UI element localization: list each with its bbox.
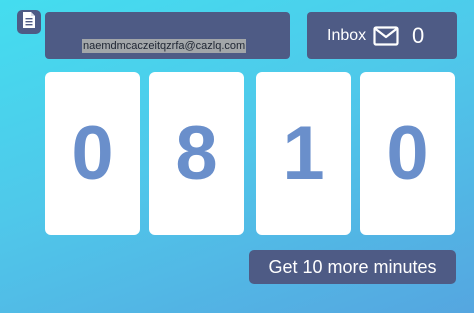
timer-digit-3: 1: [256, 72, 351, 235]
email-address-bar: naemdmcaczeitqzrfa@cazlq.com: [45, 12, 290, 59]
inbox-count: 0: [412, 23, 425, 48]
copy-email-button[interactable]: [17, 10, 41, 34]
timer-digit-2: 8: [149, 72, 244, 235]
inbox-button[interactable]: Inbox 0: [307, 12, 457, 59]
timer-digit-1: 0: [45, 72, 140, 235]
get-more-minutes-button[interactable]: Get 10 more minutes: [249, 250, 456, 284]
envelope-icon: [373, 26, 399, 46]
inbox-label: Inbox: [327, 27, 367, 44]
timer-digit-4: 0: [360, 72, 455, 235]
email-address[interactable]: naemdmcaczeitqzrfa@cazlq.com: [82, 39, 247, 53]
document-copy-icon: [21, 11, 37, 34]
